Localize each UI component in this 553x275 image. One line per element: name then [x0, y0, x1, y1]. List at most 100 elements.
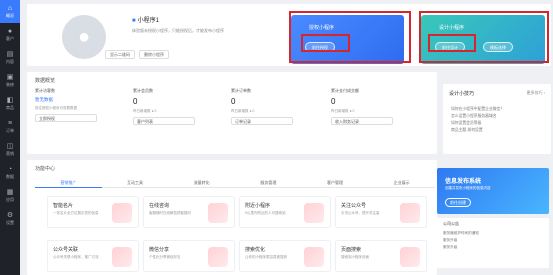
tile-name: 附近小程序 [245, 203, 271, 209]
highlight-design-button [428, 34, 476, 52]
tile-smart-card[interactable]: 智能名片一张名片全方位展示您的信息 [47, 196, 139, 228]
stat-value: 0 [231, 97, 236, 106]
sidebar-item-label: 数据 [6, 173, 14, 179]
tile-name: 关注公众号 [341, 203, 367, 209]
promo-subtitle: 创建并发布小程序的信息内容 [445, 186, 491, 190]
function-tabs: 营销推广 互动工具 流量转化 服务管理 客户管理 企业展示 [35, 178, 436, 188]
tip-item[interactable]: 商品主题-如何设置 [451, 127, 504, 134]
stat-value: 暂无数据 [35, 97, 53, 102]
highlight-authorize-button [301, 34, 350, 52]
stat-button[interactable]: 订单记录 [231, 117, 293, 125]
stat-label: 累计支付成交额 [331, 88, 359, 93]
tile-desc: 5公里内附近的人可搜索到 [245, 211, 286, 215]
brush-icon: ▣ [6, 73, 14, 81]
sidebar-item-settings[interactable]: ⚙ 设置 [0, 207, 20, 230]
sidebar-item-decorate[interactable]: ▣ 装修 [0, 69, 20, 92]
stat-label: 累计访客数 [35, 88, 55, 93]
sidebar-item-label: 营销 [6, 150, 14, 156]
stat-label: 累计会员数 [133, 88, 153, 93]
tile-name: 在线咨询 [149, 203, 170, 209]
grid-icon: ▦ [6, 188, 14, 196]
tab-customer[interactable]: 客户管理 [301, 178, 369, 188]
tile-name: 公众号关联 [53, 247, 79, 253]
promo-title: 信息发布系统 [445, 179, 482, 185]
sidebar-item-apps[interactable]: ▦ 应用 [0, 184, 20, 207]
tile-desc: 搜索到小程序页面 [341, 255, 369, 259]
tile-name: 微信分享 [149, 247, 170, 253]
user-icon: ● [7, 27, 13, 35]
sidebar-item-label: 客户 [6, 35, 14, 41]
tile-desc: 客服随时在线解答顾客疑问 [149, 211, 191, 215]
doc-icon: ▤ [6, 50, 14, 58]
tip-item[interactable]: 如何设置会员等级 [451, 120, 504, 127]
person-icon: ● [77, 26, 91, 48]
tile-seo[interactable]: 搜索优化 让你的小程序更容易被搜到 [239, 240, 331, 272]
sidebar-item-customers[interactable]: ● 客户 [0, 23, 20, 46]
sidebar-item-label: 设置 [6, 219, 14, 225]
stat-label: 累计订单数 [231, 88, 251, 93]
tile-name: 页面搜索 [341, 247, 362, 253]
tile-wechat-share[interactable]: 微信分享 个性化分享微信好友 [143, 240, 235, 272]
program-name: 小程序1 [137, 18, 159, 24]
sidebar-item-content[interactable]: ▤ 内容 [0, 46, 20, 69]
bag-icon: ◧ [6, 96, 14, 104]
location-icon [304, 203, 324, 223]
news-item[interactable]: 服务器维护时间的通知 [443, 230, 479, 237]
tab-traffic[interactable]: 流量转化 [168, 178, 236, 188]
home-icon: ⌂ [7, 4, 13, 12]
tile-page-search[interactable]: 页面搜索搜索到小程序页面 [335, 240, 427, 272]
stat-sub: 前往授权小程序可查看数据 [35, 106, 77, 110]
tab-interaction[interactable]: 互动工具 [101, 178, 169, 188]
stat-button[interactable]: 客户列表 [133, 117, 195, 125]
program-description: 体验版未授权小程序，只能授权后，才能发布小程序 [132, 28, 224, 33]
tab-service[interactable]: 服务管理 [235, 178, 302, 188]
stat-button[interactable]: 收入财务记录 [331, 117, 393, 125]
tile-follow-account[interactable]: 关注公众号引流公众号，提升关注量 [335, 196, 427, 228]
section-title: 功能中心 [35, 166, 56, 172]
sidebar-item-goods[interactable]: ◧ 商品 [0, 92, 20, 115]
share-icon [208, 247, 228, 267]
news-item[interactable]: 服务升级 [443, 244, 479, 251]
show-qrcode-button[interactable]: 显示二维码 [105, 50, 135, 59]
stat-value: 0 [331, 97, 336, 106]
news-item[interactable]: 服务升级 [443, 237, 479, 244]
tile-online-chat[interactable]: 在线咨询客服随时在线解答顾客疑问 [143, 196, 235, 228]
search-icon [304, 247, 324, 267]
news-title: 公司公告 [443, 221, 459, 226]
sidebar-item-orders[interactable]: ≡ 订单 [0, 115, 20, 138]
stat-members: 累计会员数 0 昨日新增数 ● 0 客户列表 [133, 88, 213, 132]
tip-item[interactable]: 如何在小程序中配置企业微信？ [451, 106, 504, 113]
chart-icon: ◔ [7, 165, 13, 173]
page-title: ■ 小程序1 [132, 15, 159, 24]
tile-desc: 一张名片全方位展示您的信息 [53, 211, 99, 215]
promo-create-button[interactable]: 前往创建 [445, 198, 471, 207]
tips-title: 设计小技巧 [449, 91, 475, 97]
section-title: 数据概览 [35, 78, 56, 84]
card-icon [112, 203, 132, 223]
sidebar: ⌂ 概况 ● 客户 ▤ 内容 ▣ 装修 ◧ 商品 ≡ 订单 ◫ 营销 ◔ 数据 ▦ 应用 ⚙ 设置 [0, 0, 20, 275]
sidebar-item-data[interactable]: ◔ 数据 [0, 161, 20, 184]
follow-icon [400, 203, 420, 223]
tab-enterprise[interactable]: 企业展示 [368, 178, 436, 188]
function-center-panel: 功能中心 营销推广 互动工具 流量转化 服务管理 客户管理 企业展示 智能名片一… [27, 160, 437, 275]
sidebar-item-marketing[interactable]: ◫ 营销 [0, 138, 20, 161]
sidebar-item-label: 内容 [6, 58, 14, 64]
tile-nearby[interactable]: 附近小程序 5公里内附近的人可搜索到 [239, 196, 331, 228]
list-icon: ≡ [7, 119, 13, 127]
sidebar-item-label: 订单 [6, 127, 14, 133]
tile-name: 搜索优化 [245, 247, 266, 253]
tip-item[interactable]: 怎么设置小程序服务器域名 [451, 113, 504, 120]
tile-desc: 引流公众号，提升关注量 [341, 211, 380, 215]
stat-button[interactable]: 立即授权 [35, 114, 97, 122]
chat-icon [208, 203, 228, 223]
data-overview-panel: 数据概览 累计访客数 暂无数据 前往授权小程序可查看数据 立即授权 累计会员数 … [27, 72, 437, 154]
sidebar-item-overview[interactable]: ⌂ 概况 [0, 0, 20, 23]
tile-account-link[interactable]: 公众号关联公众号关联小程序，推广引流 [47, 240, 139, 272]
stat-sub: 昨日新增数 ● 0 [231, 109, 255, 113]
delete-program-button[interactable]: 删除小程序 [139, 50, 169, 59]
tile-desc: 公众号关联小程序，推广引流 [53, 255, 99, 259]
sidebar-item-label: 应用 [6, 196, 14, 202]
tile-name: 智能名片 [53, 203, 74, 209]
tips-more-link[interactable]: 更多技巧 › [527, 90, 545, 96]
tab-marketing[interactable]: 营销推广 [35, 178, 102, 188]
